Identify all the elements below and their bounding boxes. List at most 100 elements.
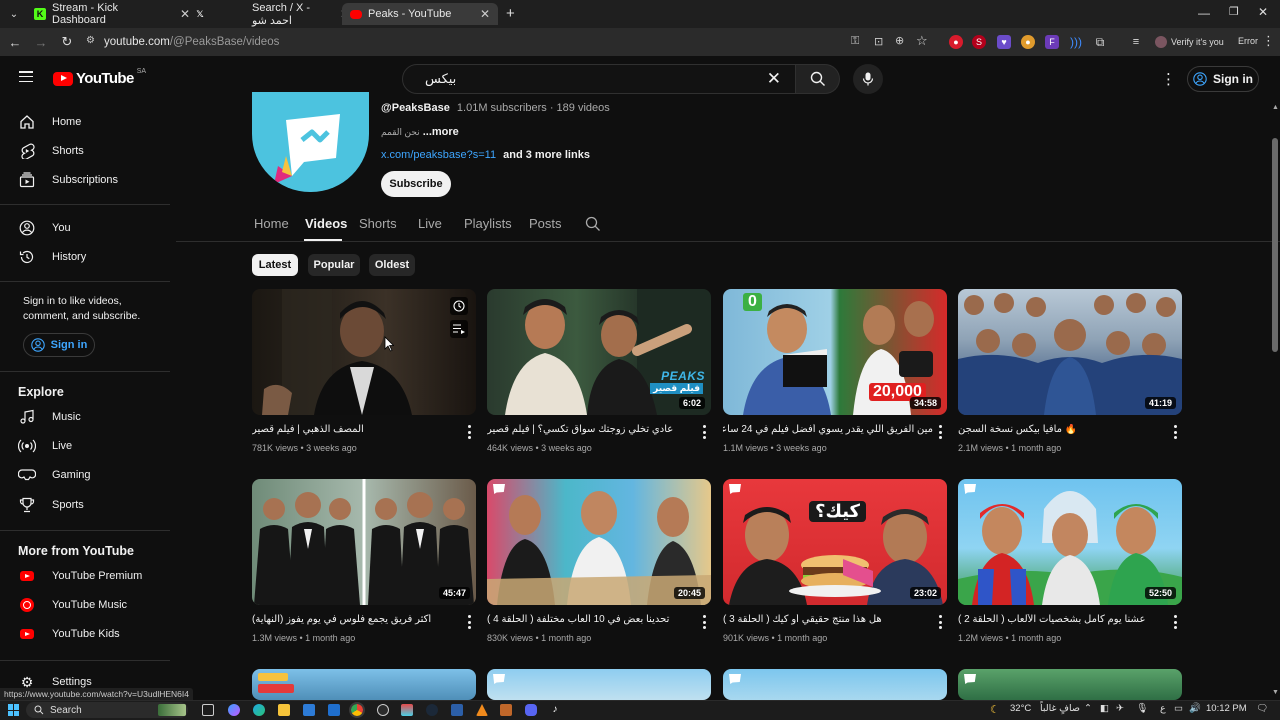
system-clock[interactable]: 10:12 PM <box>1206 703 1247 714</box>
new-tab-button[interactable]: + <box>506 5 515 22</box>
zoom-icon[interactable]: ⊕ <box>895 34 904 47</box>
chrome-icon[interactable] <box>349 702 365 718</box>
taskbar-search-box[interactable]: Search <box>26 702 188 718</box>
sidebar-signin-button[interactable]: Sign in <box>23 333 95 357</box>
video-menu-icon[interactable] <box>935 615 945 629</box>
volume-icon[interactable]: 🔊 <box>1189 703 1201 714</box>
sidebar-item-home[interactable]: Home <box>12 108 162 136</box>
profile-button[interactable]: Verify it's you <box>1153 33 1230 51</box>
tab-x[interactable]: 𝕏 Search / X - احمد شو ✕ <box>186 2 358 27</box>
window-close-button[interactable]: ✕ <box>1258 5 1268 19</box>
extension-s-icon[interactable]: S <box>972 35 986 49</box>
add-to-queue-icon[interactable] <box>450 320 468 338</box>
windows-start-icon[interactable] <box>8 704 20 716</box>
back-arrow-icon[interactable]: ← <box>2 29 28 55</box>
video-thumbnail[interactable] <box>252 669 476 700</box>
signin-button[interactable]: Sign in <box>1187 66 1259 92</box>
video-thumbnail[interactable]: PEAKS فيلم قصير 6:02 <box>487 289 711 415</box>
discord-icon[interactable] <box>525 704 537 716</box>
notifications-icon[interactable]: 🗨 <box>1256 703 1268 714</box>
filter-oldest[interactable]: Oldest <box>369 254 415 276</box>
file-explorer-icon[interactable] <box>278 704 290 716</box>
video-thumbnail[interactable]: 45:47 <box>252 479 476 605</box>
sidebar-item-you[interactable]: You <box>12 214 162 242</box>
bookmark-star-icon[interactable]: ☆ <box>916 33 928 49</box>
video-thumbnail[interactable]: 52:50 <box>958 479 1182 605</box>
tab-live[interactable]: Live <box>418 216 442 231</box>
extension-f-icon[interactable]: F <box>1045 35 1059 49</box>
window-restore-button[interactable]: ❐ <box>1229 5 1239 18</box>
video-menu-icon[interactable] <box>1170 615 1180 629</box>
network-icon[interactable]: ▭ <box>1174 703 1183 714</box>
reload-icon[interactable]: ↻ <box>54 29 80 55</box>
video-menu-icon[interactable] <box>464 425 474 439</box>
video-title[interactable]: أكثر فريق يجمع فلوس في يوم يفوز (النهاية… <box>252 614 462 625</box>
close-icon[interactable]: ✕ <box>480 7 490 21</box>
settings-dots-icon[interactable]: ⋮ <box>1161 70 1176 88</box>
voice-search-button[interactable] <box>853 64 883 94</box>
extension-bottle-icon[interactable]: ● <box>1021 35 1035 49</box>
subscribe-button[interactable]: Subscribe <box>381 171 451 197</box>
filter-popular[interactable]: Popular <box>308 254 360 276</box>
video-title[interactable]: تحدينا بعض في 10 ألعاب مختلفة ( الحلقة 4… <box>487 614 697 625</box>
channel-avatar[interactable] <box>252 92 369 192</box>
tab-shorts[interactable]: Shorts <box>359 216 397 231</box>
search-button[interactable] <box>796 64 840 94</box>
sidebar-item-youtube-premium[interactable]: YouTube Premium <box>12 562 162 590</box>
browser-menu-icon[interactable]: ⋮ <box>1262 33 1275 49</box>
video-title[interactable]: عشنا يوم كامل بشخصيات الألعاب ( الحلقة 2… <box>958 614 1168 625</box>
sidebar-item-youtube-music[interactable]: YouTube Music <box>12 591 162 619</box>
extensions-puzzle-icon[interactable]: ⧉ <box>1093 35 1107 49</box>
sidebar-item-subscriptions[interactable]: Subscriptions <box>12 166 162 194</box>
sidebar-item-gaming[interactable]: Gaming <box>12 461 162 489</box>
video-thumbnail[interactable]: كيك؟ 23:02 <box>723 479 947 605</box>
sidebar-item-shorts[interactable]: Shorts <box>12 137 162 165</box>
tab-videos[interactable]: Videos <box>305 216 347 231</box>
extension-shield-icon[interactable]: ♥ <box>997 35 1011 49</box>
filter-latest[interactable]: Latest <box>252 254 298 276</box>
forward-arrow-icon[interactable]: → <box>28 29 54 55</box>
tray-overflow-icon[interactable]: ⌃ <box>1084 703 1092 714</box>
channel-search-icon[interactable] <box>585 216 601 235</box>
video-thumbnail[interactable]: 20:45 <box>487 479 711 605</box>
sidebar-item-live[interactable]: Live <box>12 432 162 460</box>
youtube-logo[interactable]: YouTube SA <box>53 68 146 87</box>
video-thumbnail[interactable] <box>958 669 1182 700</box>
video-title[interactable]: المصف الذهبي | فيلم قصير <box>252 424 462 435</box>
tab-youtube[interactable]: Peaks - YouTube ✕ <box>342 3 498 25</box>
video-menu-icon[interactable] <box>699 425 709 439</box>
address-bar[interactable]: ⚙ youtube.com/@PeaksBase/videos <box>80 31 940 53</box>
video-thumbnail[interactable] <box>723 669 947 700</box>
weather-temperature[interactable]: 32°C <box>1010 703 1031 714</box>
store-icon[interactable] <box>303 704 315 716</box>
extension-red-icon[interactable]: ● <box>949 35 963 49</box>
password-key-icon[interactable]: ⚿ <box>851 35 859 48</box>
sidebar-item-youtube-kids[interactable]: YouTube Kids <box>12 620 162 648</box>
video-title[interactable]: هل هذا منتج حقيقي أو كيك ( الحلقة 3 ) <box>723 614 933 625</box>
search-input[interactable]: بيكس ✕ <box>402 64 796 94</box>
video-title[interactable]: مين الفريق اللي يقدر يسوي أفضل فيلم في 2… <box>723 424 933 435</box>
video-menu-icon[interactable] <box>935 425 945 439</box>
weather-icon[interactable]: ☾ <box>990 703 1000 716</box>
clear-search-icon[interactable]: ✕ <box>767 69 781 89</box>
steam-icon[interactable] <box>426 704 438 716</box>
video-menu-icon[interactable] <box>1170 425 1180 439</box>
video-thumbnail[interactable] <box>487 669 711 700</box>
outlook-icon[interactable] <box>328 704 340 716</box>
app-grid-icon[interactable] <box>401 704 413 716</box>
tab-home[interactable]: Home <box>254 216 289 231</box>
install-app-icon[interactable]: ⊡ <box>874 35 883 48</box>
video-thumbnail[interactable]: 41:19 <box>958 289 1182 415</box>
extension-audio-icon[interactable]: ))) <box>1069 35 1083 49</box>
watch-later-icon[interactable] <box>450 297 468 315</box>
task-view-icon[interactable] <box>202 704 214 716</box>
tray-app-icon[interactable]: ◧ <box>1100 703 1109 714</box>
video-thumbnail[interactable]: 0 20,000 34:58 <box>723 289 947 415</box>
scroll-down-arrow-icon[interactable]: ▼ <box>1272 689 1279 696</box>
video-title[interactable]: 🔥 مافيا بيكس نسخة السجن <box>958 424 1168 435</box>
window-minimize-button[interactable]: — <box>1198 6 1210 20</box>
channel-description-row[interactable]: نحن القمم ...more <box>381 126 459 138</box>
sidebar-item-music[interactable]: Music <box>12 403 162 431</box>
obs-icon[interactable] <box>377 704 389 716</box>
page-scrollbar-thumb[interactable] <box>1272 138 1278 352</box>
